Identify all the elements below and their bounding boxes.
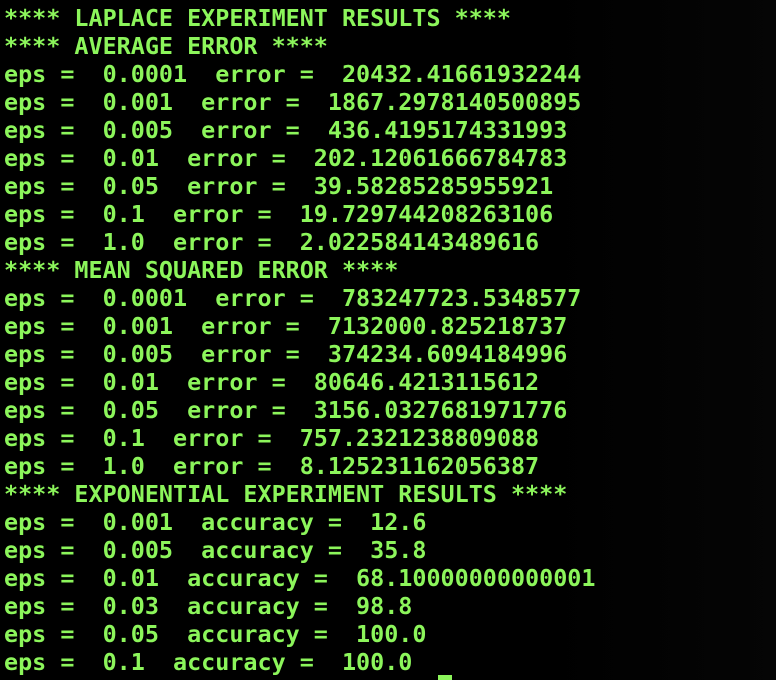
output-line: eps = 0.0001 error = 783247723.5348577	[4, 284, 582, 312]
output-line: eps = 0.03 accuracy = 98.8	[4, 592, 413, 620]
output-line: eps = 0.01 error = 202.12061666784783	[4, 144, 568, 172]
output-line: eps = 0.001 accuracy = 12.6	[4, 508, 427, 536]
output-line: eps = 0.005 error = 374234.6094184996	[4, 340, 568, 368]
output-line: eps = 0.01 accuracy = 68.10000000000001	[4, 564, 596, 592]
output-line: eps = 0.001 error = 1867.2978140500895	[4, 88, 582, 116]
terminal-output: **** LAPLACE EXPERIMENT RESULTS **** ***…	[4, 4, 764, 676]
output-line: eps = 0.05 error = 39.58285285955921	[4, 172, 554, 200]
output-line: eps = 0.05 accuracy = 100.0	[4, 620, 427, 648]
output-line: eps = 0.001 error = 7132000.825218737	[4, 312, 568, 340]
output-line: eps = 1.0 error = 8.125231162056387	[4, 452, 540, 480]
exponential-results-header: **** EXPONENTIAL EXPERIMENT RESULTS ****	[4, 480, 568, 508]
output-line: eps = 0.05 error = 3156.0327681971776	[4, 396, 568, 424]
output-line: eps = 0.005 error = 436.4195174331993	[4, 116, 568, 144]
terminal-cursor	[438, 675, 452, 680]
average-error-header: **** AVERAGE ERROR ****	[4, 32, 328, 60]
output-line: eps = 0.01 error = 80646.4213115612	[4, 368, 540, 396]
output-line: eps = 0.0001 error = 20432.41661932244	[4, 60, 582, 88]
laplace-results-header: **** LAPLACE EXPERIMENT RESULTS ****	[4, 4, 511, 32]
terminal-window[interactable]: **** LAPLACE EXPERIMENT RESULTS **** ***…	[0, 0, 776, 680]
output-line: eps = 0.1 error = 757.2321238809088	[4, 424, 540, 452]
output-line: eps = 0.1 accuracy = 100.0	[4, 648, 413, 676]
mean-squared-error-header: **** MEAN SQUARED ERROR ****	[4, 256, 399, 284]
output-line: eps = 1.0 error = 2.022584143489616	[4, 228, 540, 256]
output-line: eps = 0.005 accuracy = 35.8	[4, 536, 427, 564]
output-line: eps = 0.1 error = 19.729744208263106	[4, 200, 554, 228]
